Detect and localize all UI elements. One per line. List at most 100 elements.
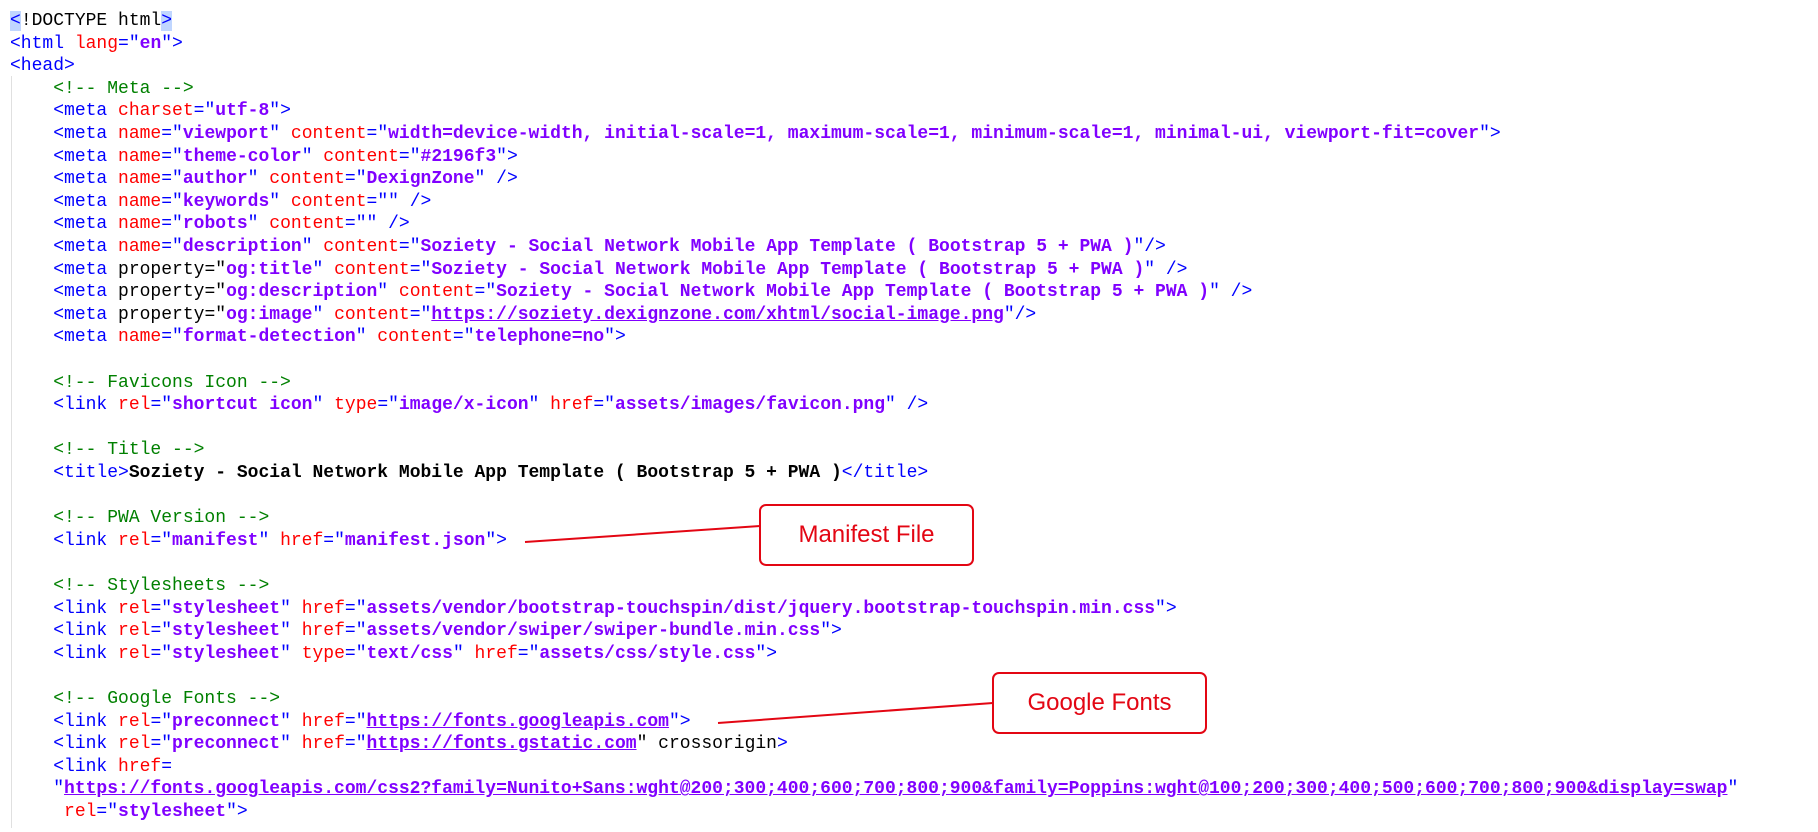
code-line[interactable]: <meta property="og:title" content="Sozie… [10,259,1187,281]
code-token: manifest [172,530,259,551]
code-token: =" [323,530,345,551]
code-token: stylesheet [118,802,227,822]
code-line[interactable]: "https://fonts.googleapis.com/css2?famil… [10,778,1738,800]
code-token: <link [53,734,119,755]
code-line[interactable]: <link rel="preconnect" href="https://fon… [10,733,788,755]
code-token: "/> [1133,237,1166,257]
code-token: =" [150,734,173,755]
code-token: utf-8 [215,101,270,122]
code-token: image/x-icon [398,395,529,416]
code-token: =" [344,169,367,190]
code-line[interactable]: <!-- Stylesheets --> [10,575,269,597]
code-token: =" [398,146,421,167]
code-token: og:description [226,282,378,303]
code-token: https://soziety.dexignzone.com/xhtml/soc… [431,304,1004,325]
code-token: "> [668,711,691,732]
code-token: =" [344,598,367,619]
code-line[interactable]: <meta name="robots" content="" /> [10,213,410,235]
code-token: Soziety - Social Network Mobile App Temp… [128,463,842,483]
code-token: rel [118,711,151,732]
code-token: =" [517,643,540,664]
code-token: " [280,711,302,732]
code-line[interactable]: <meta charset="utf-8"> [10,100,291,122]
code-line[interactable]: <title>Soziety - Social Network Mobile A… [10,462,928,484]
code-line[interactable]: <meta name="format-detection" content="t… [10,326,626,348]
code-line[interactable]: <meta name="theme-color" content="#2196f… [10,146,518,168]
code-line[interactable]: <link rel="manifest" href="manifest.json… [10,530,507,552]
code-token: " [452,643,475,664]
code-token: <link [53,711,119,732]
code-token: " /> [885,395,929,416]
code-line[interactable]: <meta name="author" content="DexignZone"… [10,168,518,190]
code-token: format-detection [182,327,356,348]
code-token: "> [604,327,626,348]
code-line[interactable]: <link rel="stylesheet" type="text/css" h… [10,643,777,665]
code-token: <meta [53,282,119,303]
code-token: content [269,214,345,235]
code-line[interactable]: <!DOCTYPE html> [10,10,173,32]
code-token: rel [118,734,151,755]
code-line[interactable]: <html lang="en"> [10,33,183,55]
code-line[interactable]: <meta property="og:description" content=… [10,281,1252,303]
code-token: "> [820,621,842,642]
code-token: =" [161,124,183,144]
code-token: og:image [226,304,313,325]
code-token: href [474,643,518,664]
code-token: " [377,282,399,303]
code-line[interactable]: rel="stylesheet"> [10,801,248,823]
code-token: keywords [182,191,270,212]
code-token: =" [593,395,615,416]
code-line[interactable]: <meta name="keywords" content="" /> [10,191,431,213]
code-token: <meta [53,237,119,257]
code-line[interactable]: <!-- Favicons Icon --> [10,372,291,394]
code-token: =" [150,621,173,642]
code-token: <meta [53,259,119,280]
code-line[interactable]: <!-- Google Fonts --> [10,688,280,710]
code-line[interactable]: <!-- Title --> [10,439,204,461]
code-token: </title> [841,463,929,483]
code-token: <head> [10,56,75,77]
code-token: <!-- Meta --> [10,78,194,99]
code-line[interactable]: <!-- Meta --> [10,78,194,100]
code-token: author [182,169,248,190]
code-token: <meta [53,124,119,144]
code-token: !DOCTYPE html [20,11,162,31]
code-token: <!-- Favicons Icon --> [10,372,291,393]
code-token: Soziety - Social Network Mobile App Temp… [420,237,1134,257]
code-token: =" [161,146,183,167]
code-line[interactable]: <meta name="description" content="Soziet… [10,236,1166,258]
code-token: =" [377,395,399,416]
code-token: theme-color [182,146,302,167]
code-line[interactable]: <link rel="stylesheet" href="assets/vend… [10,620,842,642]
code-token: <meta [53,191,119,212]
code-token: https://fonts.googleapis.com [366,711,669,732]
code-token: content [269,169,345,190]
code-token: href [550,395,594,416]
code-line[interactable]: <meta name="viewport" content="width=dev… [10,123,1501,145]
code-line[interactable]: <!-- PWA Version --> [10,507,269,529]
code-token: " /> [1144,259,1188,280]
code-line[interactable]: <link rel="shortcut icon" type="image/x-… [10,394,928,416]
code-token: " [280,598,302,619]
code-token: <link [53,756,119,777]
code-token: <!-- Title --> [10,440,205,461]
code-token: =" [150,530,173,551]
code-token: "> [1479,124,1501,144]
code-line[interactable]: <link rel="preconnect" href="https://fon… [10,711,691,733]
code-token: <meta [53,304,119,325]
code-token: stylesheet [172,643,281,664]
code-token: content [334,259,410,280]
code-editor[interactable]: <!DOCTYPE html> <html lang="en"> <head> <!… [0,0,1818,832]
code-token: content [377,327,453,348]
code-line[interactable]: <head> [10,55,75,77]
code-line[interactable]: <link href= [10,756,172,778]
code-line[interactable]: <link rel="stylesheet" href="assets/vend… [10,598,1176,620]
code-token: href [280,530,324,551]
code-line[interactable]: <meta property="og:image" content="https… [10,304,1036,326]
